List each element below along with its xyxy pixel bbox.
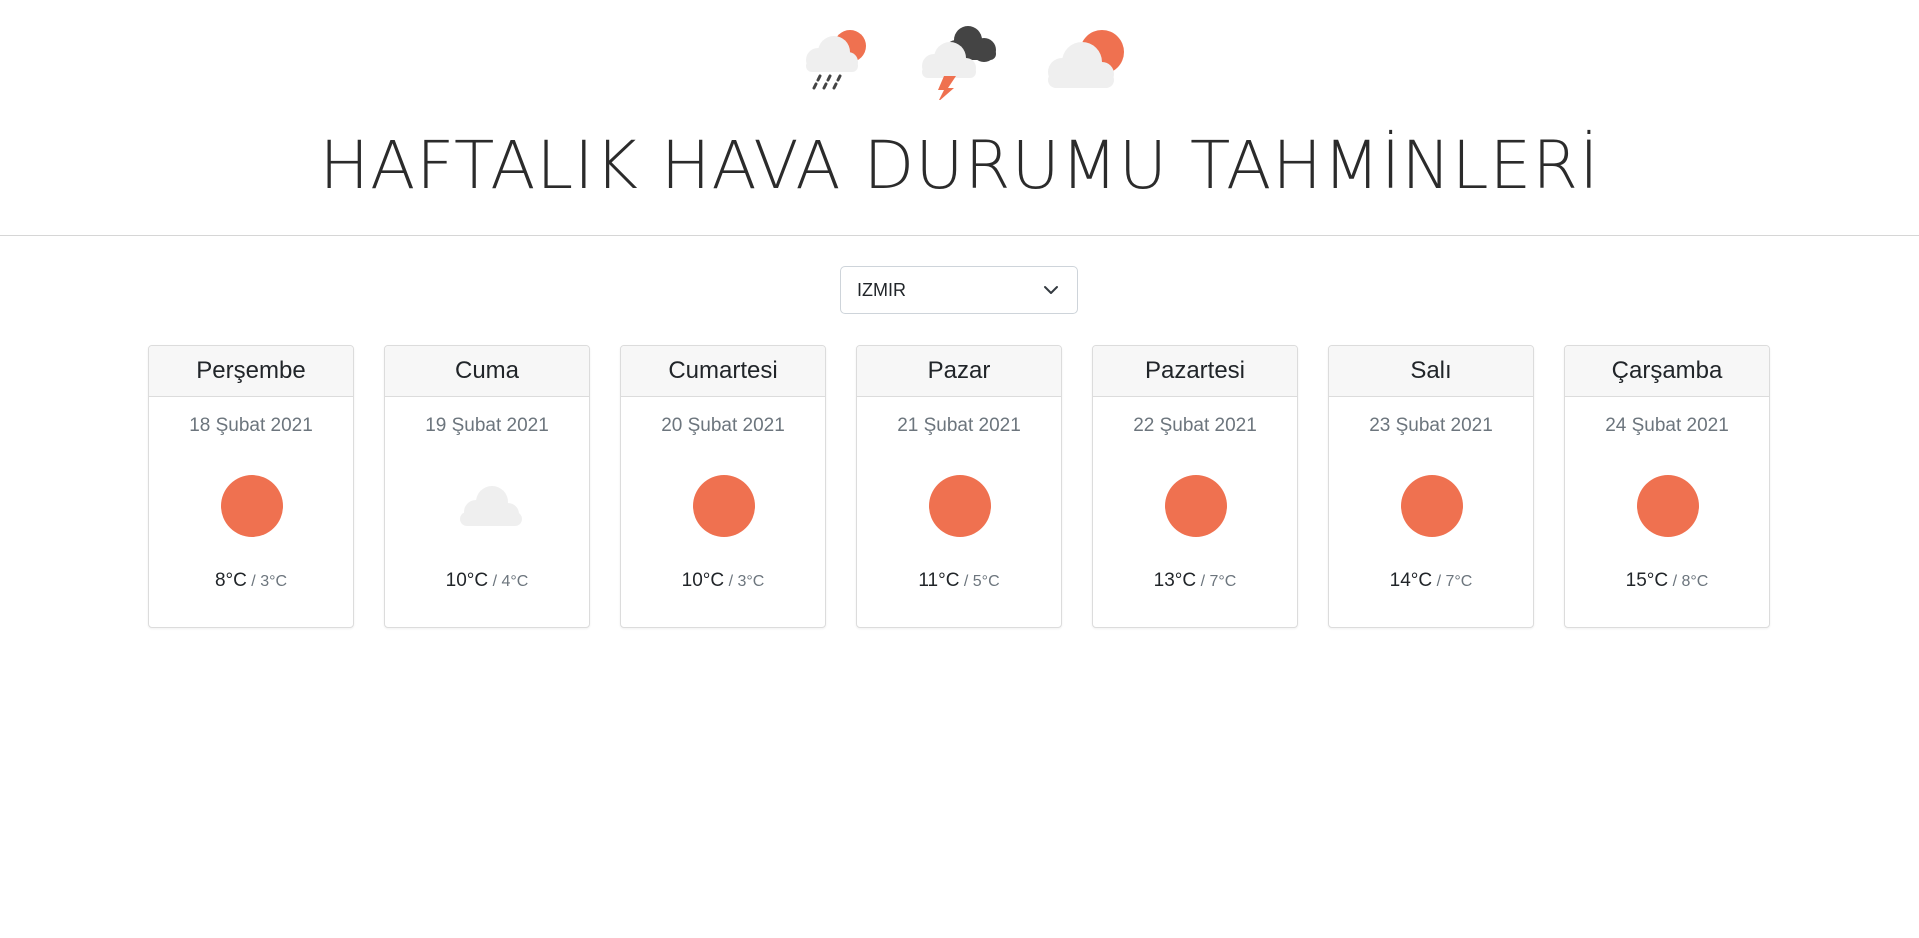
temp-high: 15°C [1625,570,1669,591]
sun-icon [1401,475,1463,537]
temp-low: 4°C [501,573,529,590]
temp-separator: / [724,573,738,590]
forecast-card: Pazar 21 Şubat 2021 11°C / 5°C [856,345,1062,628]
temp-separator: / [959,573,973,590]
card-date: 21 Şubat 2021 [897,415,1021,436]
temp-high: 8°C [214,570,247,591]
sun-icon [221,475,283,537]
forecast-card: Çarşamba 24 Şubat 2021 15°C / 8°C [1564,345,1770,628]
partly-cloudy-icon [1048,30,1124,88]
temp-high: 11°C [918,570,960,591]
rain-sun-icon [806,30,866,90]
card-temperatures: 11°C / 5°C [857,568,1061,595]
chevron-down-icon [1044,286,1058,294]
temp-high: 13°C [1153,570,1197,591]
temp-low: 3°C [737,573,765,590]
sun-icon [693,475,755,537]
card-date: 19 Şubat 2021 [425,415,549,436]
page-title: HAFTALIK HAVA DURUMU TAHMİNLERİ [319,127,1600,204]
header-weather-icons [0,18,1919,100]
card-day: Salı [1329,346,1533,397]
card-date: 20 Şubat 2021 [661,415,785,436]
sun-icon [1165,475,1227,537]
temp-separator: / [1432,573,1446,590]
sun-icon [929,475,991,537]
card-date: 22 Şubat 2021 [1133,415,1257,436]
card-day: Pazar [857,346,1061,397]
city-select[interactable]: IZMIR [840,266,1078,314]
temp-low: 5°C [972,573,1000,590]
card-temperatures: 15°C / 8°C [1565,568,1769,595]
temp-low: 8°C [1681,573,1709,590]
sun-icon [1637,475,1699,537]
card-day: Perşembe [149,346,353,397]
forecast-card: Pazartesi 22 Şubat 2021 13°C / 7°C [1092,345,1298,628]
temp-low: 3°C [260,573,288,590]
card-temperatures: 13°C / 7°C [1093,568,1297,595]
card-temperatures: 8°C / 3°C [149,568,353,595]
card-date: 24 Şubat 2021 [1605,415,1729,436]
temp-high: 14°C [1389,570,1433,591]
card-day: Çarşamba [1565,346,1769,397]
card-date: 18 Şubat 2021 [189,415,313,436]
card-day: Pazartesi [1093,346,1297,397]
forecast-card: Cuma 19 Şubat 2021 10°C / 4°C [384,345,590,628]
temp-low: 7°C [1445,573,1473,590]
forecast-cards: Perşembe 18 Şubat 2021 8°C / 3°C Cuma 19… [148,345,1770,628]
temp-separator: / [1668,573,1682,590]
temp-high: 10°C [445,570,489,591]
temp-separator: / [488,573,502,590]
forecast-card: Salı 23 Şubat 2021 14°C / 7°C [1328,345,1534,628]
card-temperatures: 10°C / 4°C [385,568,589,595]
forecast-card: Cumartesi 20 Şubat 2021 10°C / 3°C [620,345,826,628]
card-date: 23 Şubat 2021 [1369,415,1493,436]
cloud-icon [460,486,522,526]
temp-separator: / [1196,573,1210,590]
temp-low: 7°C [1209,573,1237,590]
city-select-value: IZMIR [857,280,906,300]
temp-high: 10°C [681,570,725,591]
card-temperatures: 14°C / 7°C [1329,568,1533,595]
page-header: HAFTALIK HAVA DURUMU TAHMİNLERİ [0,0,1919,236]
card-day: Cuma [385,346,589,397]
forecast-card: Perşembe 18 Şubat 2021 8°C / 3°C [148,345,354,628]
card-temperatures: 10°C / 3°C [621,568,825,595]
thunderstorm-icon [922,26,996,100]
temp-separator: / [246,573,261,590]
card-day: Cumartesi [621,346,825,397]
